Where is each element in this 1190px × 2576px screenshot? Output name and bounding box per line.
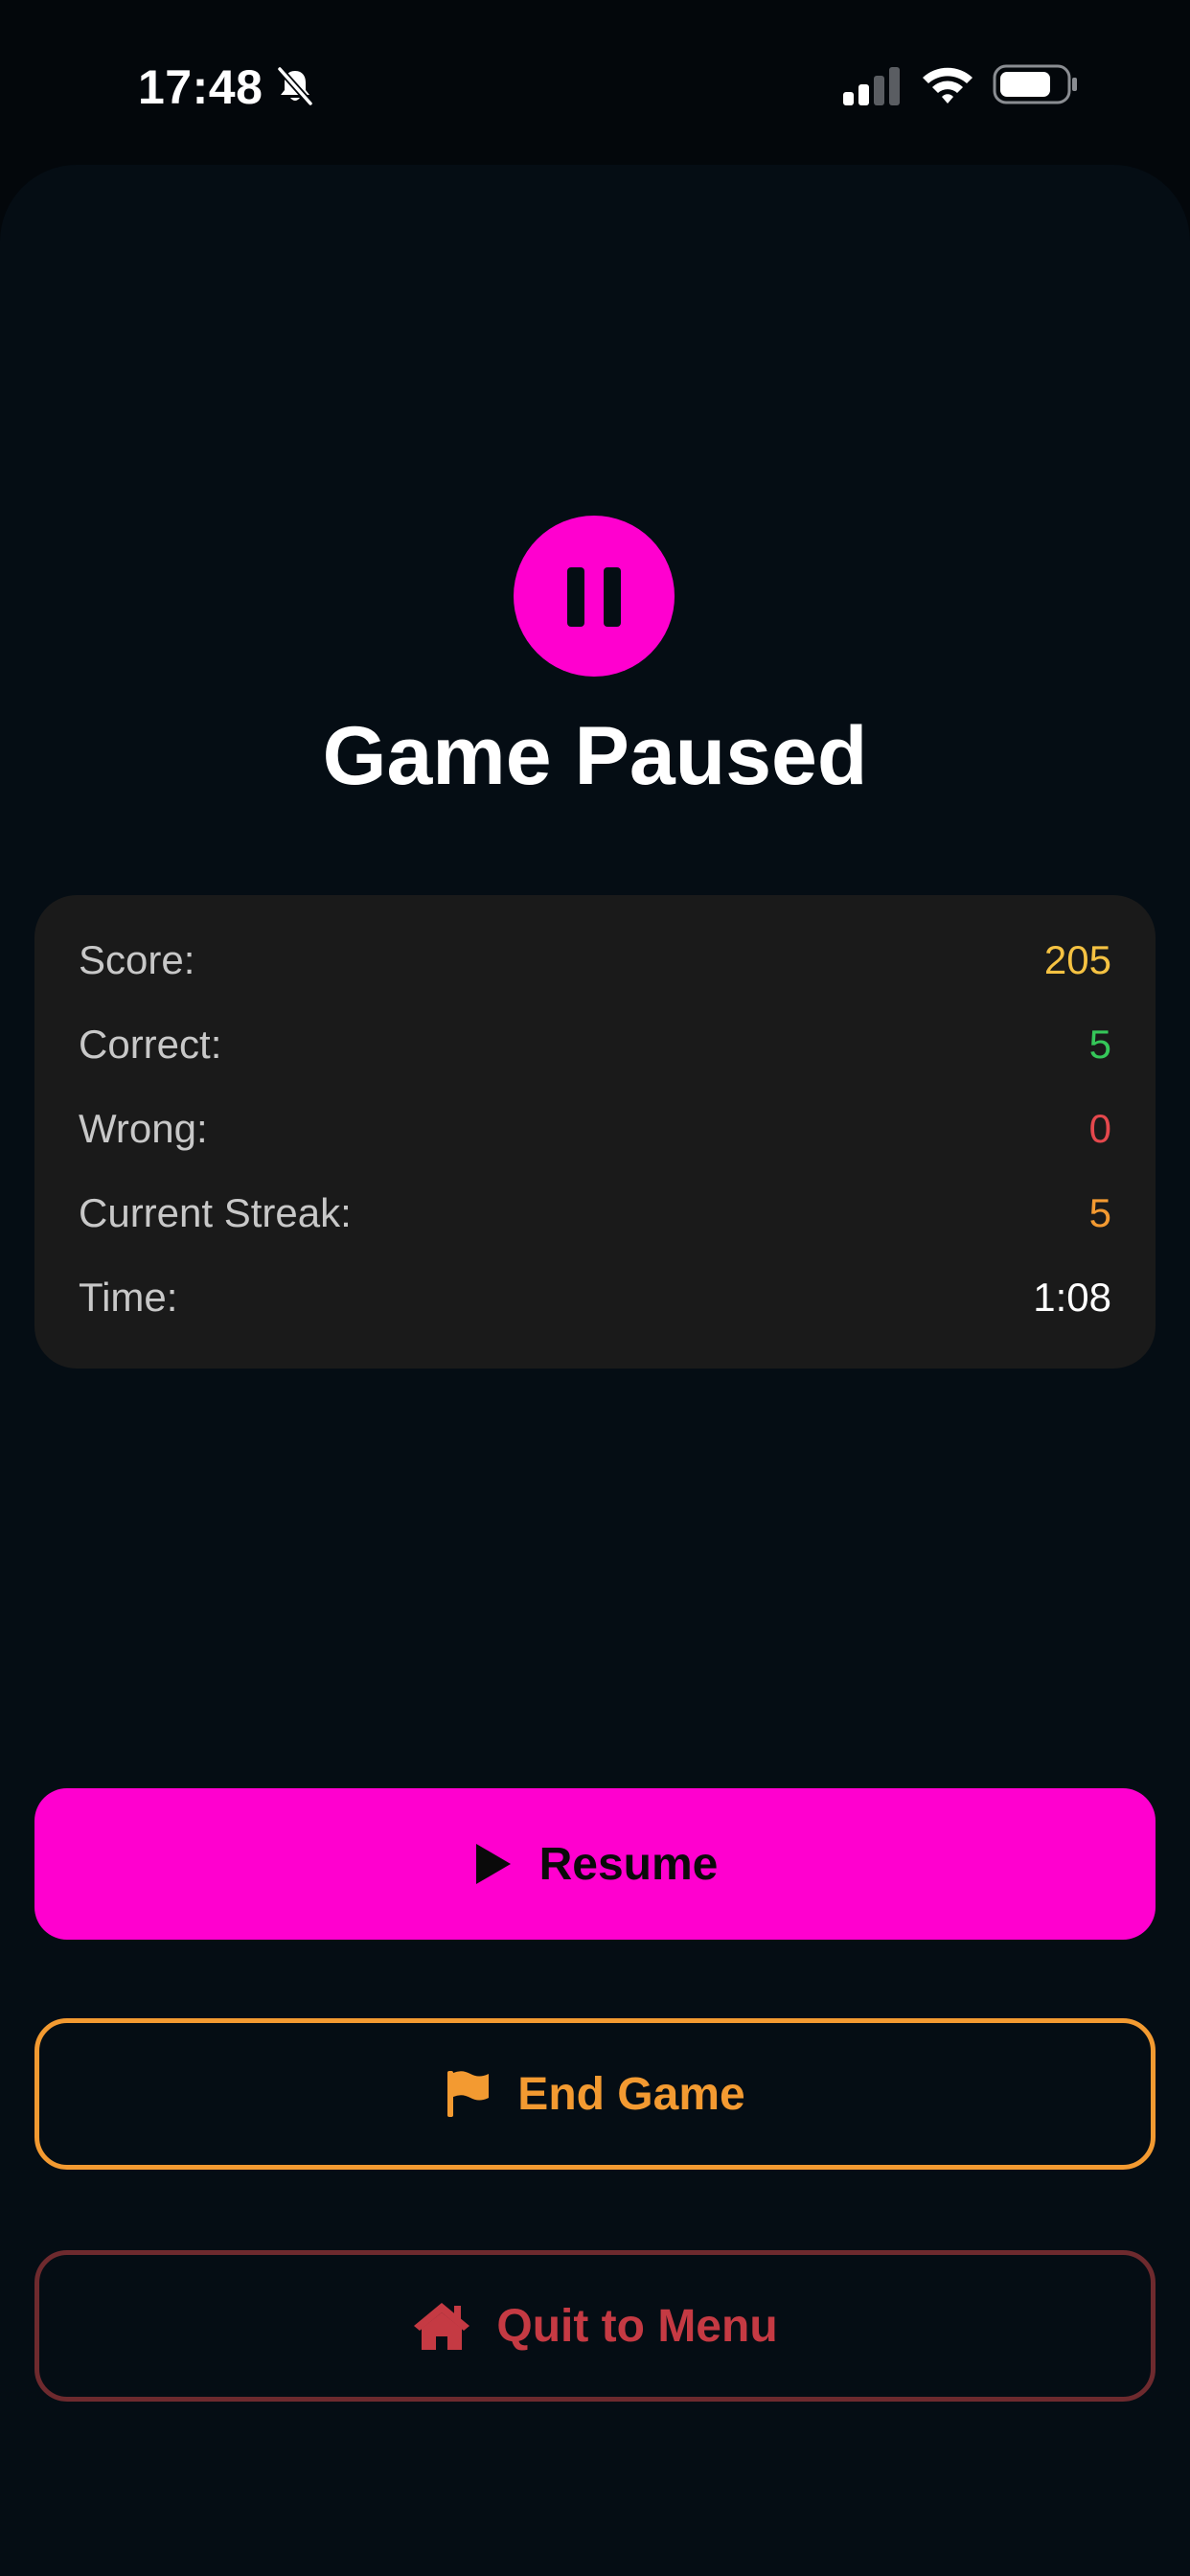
stat-label: Time: [79,1275,178,1320]
status-time: 17:48 [138,60,263,114]
play-icon [475,1844,511,1884]
resume-button[interactable]: Resume [34,1788,1156,1940]
stat-value-wrong: 0 [1088,1106,1111,1151]
quit-to-menu-button[interactable]: Quit to Menu [34,2250,1156,2402]
pause-screen: 17:48 Game Paused Score: 205 Correct: 5 … [0,0,1190,2576]
status-bar: 17:48 [0,0,1190,172]
page-title: Game Paused [322,710,868,802]
flag-icon [447,2071,490,2117]
stat-row-correct: Correct: 5 [79,1022,1111,1079]
pause-bar-right [604,567,621,627]
quit-button-label: Quit to Menu [496,2300,778,2352]
pause-icon [514,516,675,677]
stat-label: Wrong: [79,1106,208,1151]
stat-value-streak: 5 [1088,1190,1111,1235]
stat-label: Score: [79,937,195,982]
stat-row-streak: Current Streak: 5 [79,1190,1111,1248]
stat-label: Current Streak: [79,1190,352,1235]
wifi-icon [923,67,973,104]
battery-icon [993,64,1077,104]
bell-slash-icon [277,66,313,106]
end-game-button-label: End Game [517,2068,745,2120]
home-icon [414,2303,470,2350]
pause-bar-left [567,567,584,627]
end-game-button[interactable]: End Game [34,2018,1156,2170]
stat-row-wrong: Wrong: 0 [79,1106,1111,1163]
stat-label: Correct: [79,1022,222,1067]
stat-row-time: Time: 1:08 [79,1275,1111,1332]
stat-value-time: 1:08 [1033,1275,1111,1320]
stat-value-correct: 5 [1088,1022,1111,1067]
resume-button-label: Resume [538,1838,719,1890]
stats-card: Score: 205 Correct: 5 Wrong: 0 Current S… [34,895,1156,1368]
signal-icon [843,67,900,105]
stat-value-score: 205 [1043,937,1111,982]
stat-row-score: Score: 205 [79,937,1111,995]
